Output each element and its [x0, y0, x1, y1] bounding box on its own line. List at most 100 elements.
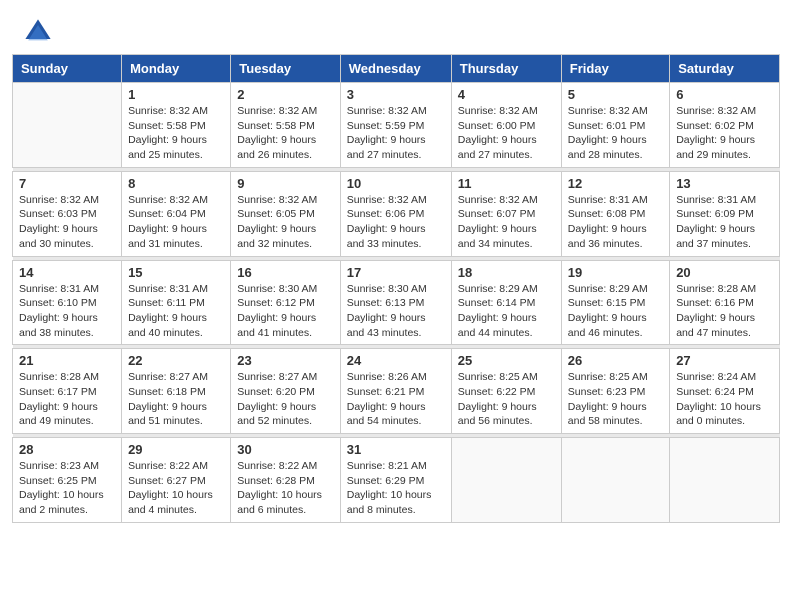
calendar-cell: 21 Sunrise: 8:28 AMSunset: 6:17 PMDayligh… — [13, 349, 122, 434]
calendar-cell: 6 Sunrise: 8:32 AMSunset: 6:02 PMDaylight… — [670, 83, 780, 168]
calendar-cell — [561, 438, 669, 523]
calendar-cell — [13, 83, 122, 168]
day-header-row: SundayMondayTuesdayWednesdayThursdayFrid… — [13, 55, 780, 83]
cell-info: Sunrise: 8:27 AMSunset: 6:20 PMDaylight:… — [237, 370, 333, 429]
date-number: 8 — [128, 176, 224, 191]
calendar-cell: 22 Sunrise: 8:27 AMSunset: 6:18 PMDayligh… — [122, 349, 231, 434]
logo — [24, 18, 56, 46]
date-number: 20 — [676, 265, 773, 280]
cell-info: Sunrise: 8:28 AMSunset: 6:17 PMDaylight:… — [19, 370, 115, 429]
cell-info: Sunrise: 8:31 AMSunset: 6:10 PMDaylight:… — [19, 282, 115, 341]
calendar-cell: 23 Sunrise: 8:27 AMSunset: 6:20 PMDayligh… — [231, 349, 340, 434]
date-number: 25 — [458, 353, 555, 368]
date-number: 9 — [237, 176, 333, 191]
week-row-4: 28 Sunrise: 8:23 AMSunset: 6:25 PMDayligh… — [13, 438, 780, 523]
day-header-monday: Monday — [122, 55, 231, 83]
calendar-cell: 13 Sunrise: 8:31 AMSunset: 6:09 PMDayligh… — [670, 171, 780, 256]
cell-info: Sunrise: 8:32 AMSunset: 5:58 PMDaylight:… — [128, 104, 224, 163]
date-number: 26 — [568, 353, 663, 368]
cell-info: Sunrise: 8:31 AMSunset: 6:11 PMDaylight:… — [128, 282, 224, 341]
date-number: 10 — [347, 176, 445, 191]
calendar-cell: 9 Sunrise: 8:32 AMSunset: 6:05 PMDaylight… — [231, 171, 340, 256]
day-header-friday: Friday — [561, 55, 669, 83]
calendar-cell: 20Sunrise: 8:28 AMSunset: 6:16 PMDayligh… — [670, 260, 780, 345]
calendar-cell: 15 Sunrise: 8:31 AMSunset: 6:11 PMDayligh… — [122, 260, 231, 345]
calendar-cell: 10 Sunrise: 8:32 AMSunset: 6:06 PMDayligh… — [340, 171, 451, 256]
date-number: 2 — [237, 87, 333, 102]
cell-info: Sunrise: 8:32 AMSunset: 6:05 PMDaylight:… — [237, 193, 333, 252]
cell-info: Sunrise: 8:25 AMSunset: 6:23 PMDaylight:… — [568, 370, 663, 429]
calendar-cell: 11 Sunrise: 8:32 AMSunset: 6:07 PMDayligh… — [451, 171, 561, 256]
cell-info: Sunrise: 8:32 AMSunset: 6:07 PMDaylight:… — [458, 193, 555, 252]
cell-info: Sunrise: 8:32 AMSunset: 5:59 PMDaylight:… — [347, 104, 445, 163]
cell-info: Sunrise: 8:22 AMSunset: 6:27 PMDaylight:… — [128, 459, 224, 518]
date-number: 30 — [237, 442, 333, 457]
week-row-3: 21 Sunrise: 8:28 AMSunset: 6:17 PMDayligh… — [13, 349, 780, 434]
date-number: 1 — [128, 87, 224, 102]
logo-icon — [24, 18, 52, 46]
date-number: 5 — [568, 87, 663, 102]
date-number: 11 — [458, 176, 555, 191]
cell-info: Sunrise: 8:32 AMSunset: 6:06 PMDaylight:… — [347, 193, 445, 252]
cell-info: Sunrise: 8:31 AMSunset: 6:09 PMDaylight:… — [676, 193, 773, 252]
date-number: 29 — [128, 442, 224, 457]
day-header-thursday: Thursday — [451, 55, 561, 83]
calendar-cell: 7Sunrise: 8:32 AMSunset: 6:03 PMDaylight… — [13, 171, 122, 256]
date-number: 12 — [568, 176, 663, 191]
calendar-cell: 2Sunrise: 8:32 AMSunset: 5:58 PMDaylight… — [231, 83, 340, 168]
day-header-saturday: Saturday — [670, 55, 780, 83]
calendar-cell: 18 Sunrise: 8:29 AMSunset: 6:14 PMDayligh… — [451, 260, 561, 345]
date-number: 18 — [458, 265, 555, 280]
cell-info: Sunrise: 8:32 AMSunset: 6:01 PMDaylight:… — [568, 104, 663, 163]
calendar-cell: 19 Sunrise: 8:29 AMSunset: 6:15 PMDayligh… — [561, 260, 669, 345]
cell-info: Sunrise: 8:30 AMSunset: 6:12 PMDaylight:… — [237, 282, 333, 341]
day-header-wednesday: Wednesday — [340, 55, 451, 83]
date-number: 4 — [458, 87, 555, 102]
day-header-sunday: Sunday — [13, 55, 122, 83]
date-number: 19 — [568, 265, 663, 280]
calendar-cell: 1 Sunrise: 8:32 AMSunset: 5:58 PMDaylight… — [122, 83, 231, 168]
date-number: 13 — [676, 176, 773, 191]
cell-info: Sunrise: 8:30 AMSunset: 6:13 PMDaylight:… — [347, 282, 445, 341]
calendar-cell: 8Sunrise: 8:32 AMSunset: 6:04 PMDaylight… — [122, 171, 231, 256]
calendar-cell: 29 Sunrise: 8:22 AMSunset: 6:27 PMDayligh… — [122, 438, 231, 523]
calendar-cell: 5 Sunrise: 8:32 AMSunset: 6:01 PMDaylight… — [561, 83, 669, 168]
calendar-cell: 3Sunrise: 8:32 AMSunset: 5:59 PMDaylight… — [340, 83, 451, 168]
cell-info: Sunrise: 8:27 AMSunset: 6:18 PMDaylight:… — [128, 370, 224, 429]
cell-info: Sunrise: 8:25 AMSunset: 6:22 PMDaylight:… — [458, 370, 555, 429]
calendar-cell: 27 Sunrise: 8:24 AMSunset: 6:24 PMDayligh… — [670, 349, 780, 434]
date-number: 23 — [237, 353, 333, 368]
week-row-1: 7Sunrise: 8:32 AMSunset: 6:03 PMDaylight… — [13, 171, 780, 256]
cell-info: Sunrise: 8:24 AMSunset: 6:24 PMDaylight:… — [676, 370, 773, 429]
page: SundayMondayTuesdayWednesdayThursdayFrid… — [0, 0, 792, 612]
cell-info: Sunrise: 8:32 AMSunset: 6:02 PMDaylight:… — [676, 104, 773, 163]
date-number: 15 — [128, 265, 224, 280]
date-number: 22 — [128, 353, 224, 368]
calendar-cell: 30Sunrise: 8:22 AMSunset: 6:28 PMDayligh… — [231, 438, 340, 523]
calendar-cell: 14 Sunrise: 8:31 AMSunset: 6:10 PMDayligh… — [13, 260, 122, 345]
date-number: 6 — [676, 87, 773, 102]
date-number: 24 — [347, 353, 445, 368]
week-row-0: 1 Sunrise: 8:32 AMSunset: 5:58 PMDaylight… — [13, 83, 780, 168]
calendar-cell: 4 Sunrise: 8:32 AMSunset: 6:00 PMDaylight… — [451, 83, 561, 168]
date-number: 28 — [19, 442, 115, 457]
calendar-cell — [670, 438, 780, 523]
calendar-cell: 12Sunrise: 8:31 AMSunset: 6:08 PMDayligh… — [561, 171, 669, 256]
cell-info: Sunrise: 8:23 AMSunset: 6:25 PMDaylight:… — [19, 459, 115, 518]
cell-info: Sunrise: 8:32 AMSunset: 6:00 PMDaylight:… — [458, 104, 555, 163]
calendar-cell: 31Sunrise: 8:21 AMSunset: 6:29 PMDayligh… — [340, 438, 451, 523]
date-number: 21 — [19, 353, 115, 368]
cell-info: Sunrise: 8:29 AMSunset: 6:15 PMDaylight:… — [568, 282, 663, 341]
calendar-wrapper: SundayMondayTuesdayWednesdayThursdayFrid… — [0, 54, 792, 535]
date-number: 14 — [19, 265, 115, 280]
cell-info: Sunrise: 8:32 AMSunset: 6:03 PMDaylight:… — [19, 193, 115, 252]
calendar-cell: 24Sunrise: 8:26 AMSunset: 6:21 PMDayligh… — [340, 349, 451, 434]
calendar-table: SundayMondayTuesdayWednesdayThursdayFrid… — [12, 54, 780, 523]
calendar-cell: 17Sunrise: 8:30 AMSunset: 6:13 PMDayligh… — [340, 260, 451, 345]
date-number: 27 — [676, 353, 773, 368]
header — [0, 0, 792, 54]
calendar-cell: 25 Sunrise: 8:25 AMSunset: 6:22 PMDayligh… — [451, 349, 561, 434]
cell-info: Sunrise: 8:29 AMSunset: 6:14 PMDaylight:… — [458, 282, 555, 341]
calendar-cell — [451, 438, 561, 523]
calendar-cell: 16Sunrise: 8:30 AMSunset: 6:12 PMDayligh… — [231, 260, 340, 345]
